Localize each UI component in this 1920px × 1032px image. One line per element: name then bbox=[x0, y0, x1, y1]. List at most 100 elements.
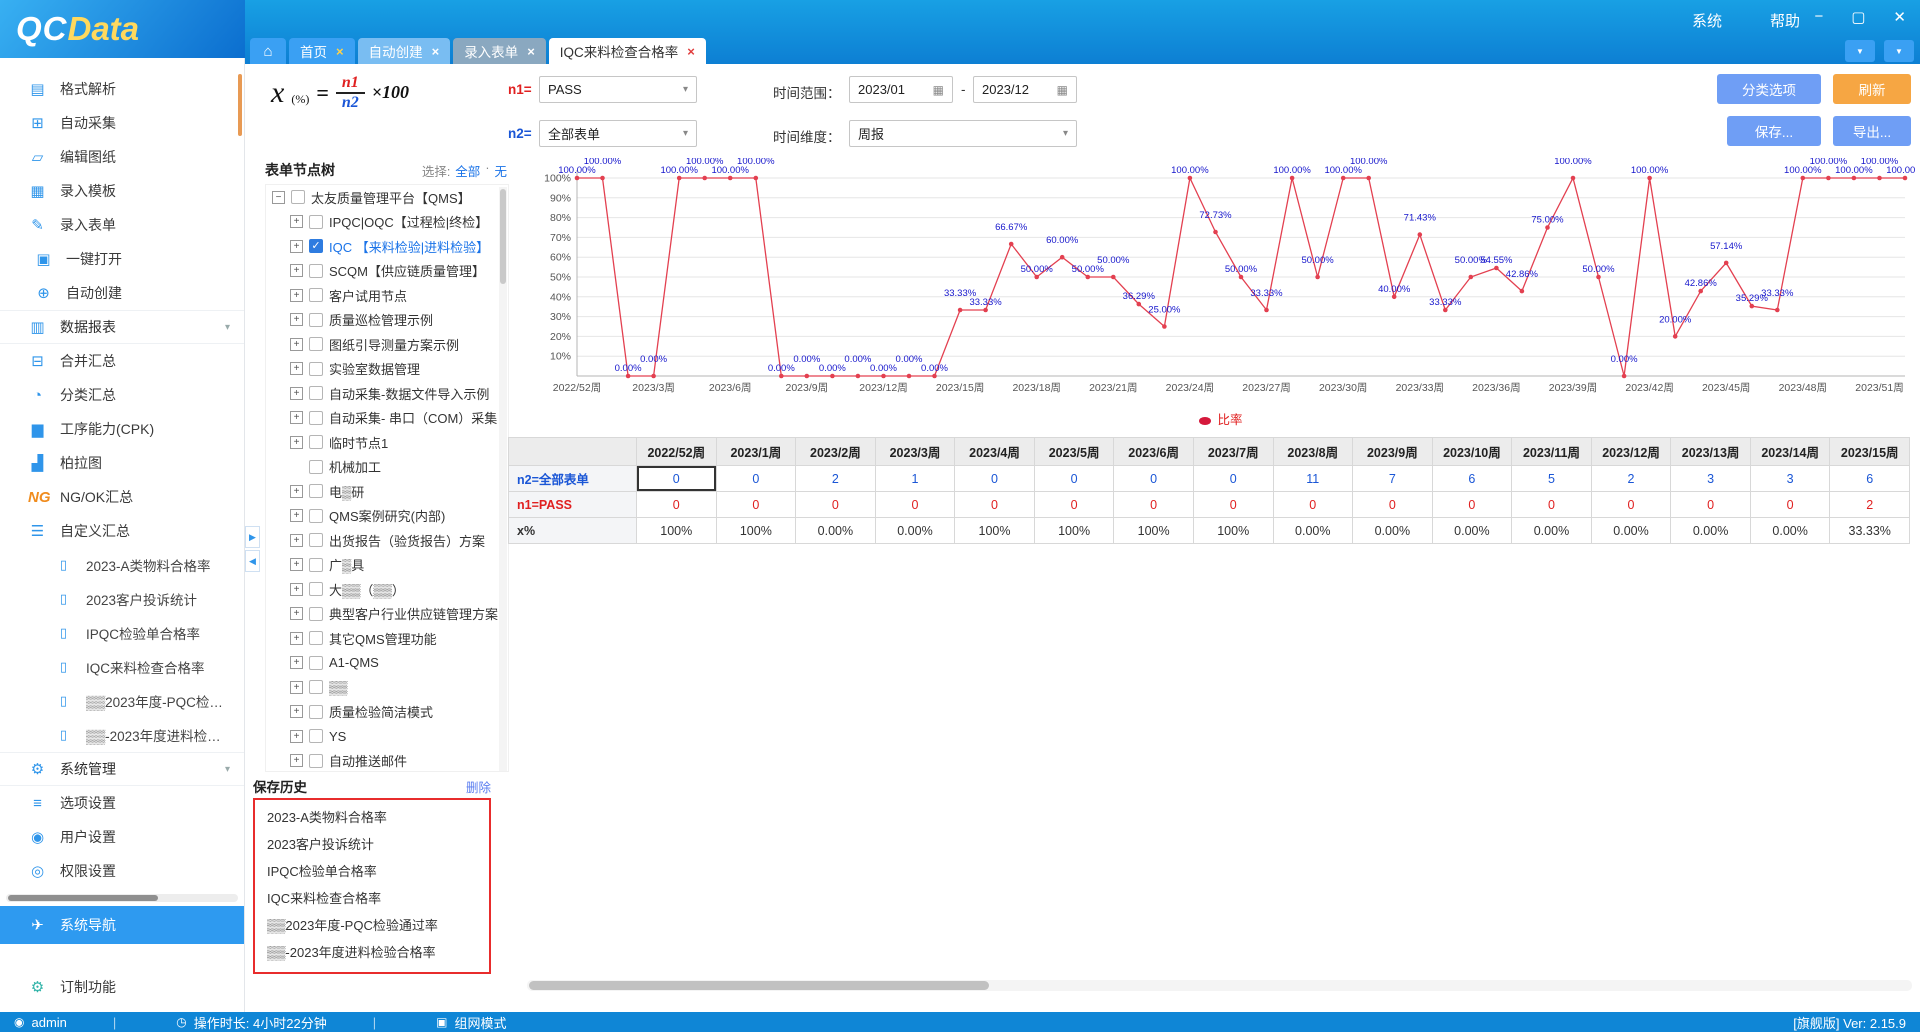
table-cell[interactable]: 0.00% bbox=[1353, 518, 1433, 544]
tree-checkbox[interactable] bbox=[309, 607, 323, 621]
history-item[interactable]: 2023-A类物料合格率 bbox=[255, 804, 489, 831]
tree-node[interactable]: +广▒具 bbox=[266, 553, 508, 578]
tree-node[interactable]: +质量检验简洁模式 bbox=[266, 700, 508, 725]
tree-node[interactable]: + 出货报告（验货报告）方案 bbox=[266, 528, 508, 553]
table-cell[interactable]: 2 bbox=[1830, 492, 1910, 518]
tree-checkbox[interactable] bbox=[309, 288, 323, 302]
table-cell[interactable]: 0.00% bbox=[1512, 518, 1592, 544]
table-cell[interactable]: 3 bbox=[1671, 466, 1751, 492]
sidebar-horizontal-scrollbar[interactable] bbox=[6, 894, 238, 902]
table-cell[interactable]: 0 bbox=[1193, 492, 1273, 518]
maximize-icon[interactable]: ▢ bbox=[1851, 8, 1865, 26]
tree-node[interactable]: +大▒▒（▒▒） bbox=[266, 577, 508, 602]
sidebar-item-柏拉图[interactable]: ▟柏拉图 bbox=[0, 446, 244, 480]
table-cell[interactable]: 0 bbox=[875, 492, 955, 518]
table-cell[interactable]: 5 bbox=[1512, 466, 1592, 492]
sidebar-item-用户设置[interactable]: ◉用户设置 bbox=[0, 820, 244, 854]
tree-node-label[interactable]: 自动采集- 串口（COM）采集 bbox=[329, 408, 497, 427]
collapse-left-handle[interactable]: ◀ bbox=[245, 550, 260, 572]
history-item[interactable]: ▒▒-2023年度进料检验合格率 bbox=[255, 939, 489, 966]
expand-icon[interactable]: + bbox=[290, 534, 303, 547]
tree-checkbox[interactable]: ✓ bbox=[309, 239, 323, 253]
menu-system[interactable]: 系统 bbox=[1692, 10, 1722, 31]
expand-icon[interactable]: + bbox=[290, 607, 303, 620]
tree-node-label[interactable]: 大▒▒（▒▒） bbox=[329, 580, 405, 599]
expand-icon[interactable]: + bbox=[290, 362, 303, 375]
tree-checkbox[interactable] bbox=[309, 215, 323, 229]
tree-node-label[interactable]: 质量巡检管理示例 bbox=[329, 310, 433, 329]
sidebar-item-权限设置[interactable]: ◎权限设置 bbox=[0, 854, 244, 888]
tree-node[interactable]: +YS bbox=[266, 724, 508, 749]
tree-checkbox[interactable] bbox=[309, 631, 323, 645]
tree-node[interactable]: +客户试用节点 bbox=[266, 283, 508, 308]
chevron-down-icon[interactable]: ▾ bbox=[225, 322, 230, 333]
table-cell[interactable]: 0.00% bbox=[1591, 518, 1671, 544]
table-cell[interactable]: 0 bbox=[1114, 466, 1194, 492]
table-cell[interactable]: 33.33% bbox=[1830, 518, 1910, 544]
time-dimension-select[interactable]: 周报 ▾ bbox=[849, 120, 1077, 147]
tab-录入表单[interactable]: 录入表单× bbox=[453, 38, 546, 64]
sidebar-vertical-scrollbar[interactable] bbox=[238, 74, 242, 136]
history-item[interactable]: ▒▒2023年度-PQC检验通过率 bbox=[255, 912, 489, 939]
table-cell[interactable]: 0.00% bbox=[1671, 518, 1751, 544]
chevron-down-icon[interactable]: ▾ bbox=[225, 764, 230, 775]
tree-checkbox[interactable] bbox=[291, 190, 305, 204]
n2-select[interactable]: 全部表单 ▾ bbox=[539, 120, 697, 147]
tree-node-label[interactable]: IPQC|OQC【过程检|终检】 bbox=[329, 212, 488, 231]
tree-node[interactable]: +质量巡检管理示例 bbox=[266, 308, 508, 333]
table-cell[interactable]: 0 bbox=[716, 492, 796, 518]
expand-icon[interactable]: + bbox=[290, 215, 303, 228]
tree-node[interactable]: + ▒▒ bbox=[266, 675, 508, 700]
tree-node-label[interactable]: QMS案例研究(内部) bbox=[329, 506, 445, 525]
tree-checkbox[interactable] bbox=[309, 435, 323, 449]
tab-首页[interactable]: 首页× bbox=[289, 38, 355, 64]
sidebar-item-工序能力(CPK)[interactable]: ▆工序能力(CPK) bbox=[0, 412, 244, 446]
table-cell[interactable]: 0 bbox=[1034, 466, 1114, 492]
sidebar-item-分类汇总[interactable]: ◔分类汇总 bbox=[0, 378, 244, 412]
table-cell[interactable]: 0.00% bbox=[1432, 518, 1512, 544]
expand-icon[interactable]: + bbox=[290, 509, 303, 522]
scrollbar-thumb[interactable] bbox=[500, 189, 506, 284]
tree-checkbox[interactable] bbox=[309, 729, 323, 743]
table-cell[interactable]: 0 bbox=[1353, 492, 1433, 518]
tree-node-label[interactable]: SCQM【供应链质量管理】 bbox=[329, 261, 485, 280]
tree-node-label[interactable]: YS bbox=[329, 729, 346, 744]
table-cell[interactable]: 100% bbox=[1114, 518, 1194, 544]
expand-icon[interactable]: + bbox=[290, 681, 303, 694]
history-item[interactable]: IPQC检验单合格率 bbox=[255, 858, 489, 885]
tree-node-label[interactable]: 太友质量管理平台【QMS】 bbox=[311, 188, 471, 207]
sidebar-item-2023客户投诉统计[interactable]: ▯2023客户投诉统计 bbox=[0, 582, 244, 616]
table-cell[interactable]: 0 bbox=[637, 492, 717, 518]
tab-close-icon[interactable]: × bbox=[687, 44, 695, 59]
tree-node[interactable]: + ✓ IQC 【来料检验|进料检验】 bbox=[266, 234, 508, 259]
tree-checkbox[interactable] bbox=[309, 533, 323, 547]
tree-node-label[interactable]: 电▒研 bbox=[329, 482, 364, 501]
table-cell[interactable]: 0.00% bbox=[875, 518, 955, 544]
table-cell[interactable]: 100% bbox=[1034, 518, 1114, 544]
expand-icon[interactable]: + bbox=[290, 387, 303, 400]
tree-node-label[interactable]: 出货报告（验货报告）方案 bbox=[329, 531, 485, 550]
collapse-right-handle[interactable]: ▶ bbox=[245, 526, 260, 548]
expand-icon[interactable]: + bbox=[290, 436, 303, 449]
expand-icon[interactable]: + bbox=[290, 289, 303, 302]
table-cell[interactable]: 0.00% bbox=[1750, 518, 1830, 544]
table-cell[interactable]: 0 bbox=[1432, 492, 1512, 518]
tree-node[interactable]: +临时节点1 bbox=[266, 430, 508, 455]
sidebar-item-NG/OK汇总[interactable]: NGNG/OK汇总 bbox=[0, 480, 244, 514]
table-cell[interactable]: 0 bbox=[1273, 492, 1353, 518]
table-cell[interactable]: 3 bbox=[1750, 466, 1830, 492]
tree-node-label[interactable]: ▒▒ bbox=[329, 680, 347, 695]
tree-node[interactable]: +自动推送邮件 bbox=[266, 749, 508, 773]
expand-icon[interactable]: + bbox=[290, 240, 303, 253]
expand-icon[interactable]: + bbox=[290, 632, 303, 645]
history-item[interactable]: 2023客户投诉统计 bbox=[255, 831, 489, 858]
tree-checkbox[interactable] bbox=[309, 362, 323, 376]
tree-checkbox[interactable] bbox=[309, 754, 323, 768]
select-all-link[interactable]: 全部 bbox=[455, 161, 480, 180]
sidebar-item-系统导航[interactable]: ✈系统导航 bbox=[0, 906, 244, 944]
table-cell[interactable]: 0 bbox=[1114, 492, 1194, 518]
close-icon[interactable]: ✕ bbox=[1893, 8, 1906, 26]
tree-checkbox[interactable] bbox=[309, 264, 323, 278]
table-cell[interactable]: 0 bbox=[1671, 492, 1751, 518]
tree-node-label[interactable]: IQC 【来料检验|进料检验】 bbox=[329, 237, 489, 256]
